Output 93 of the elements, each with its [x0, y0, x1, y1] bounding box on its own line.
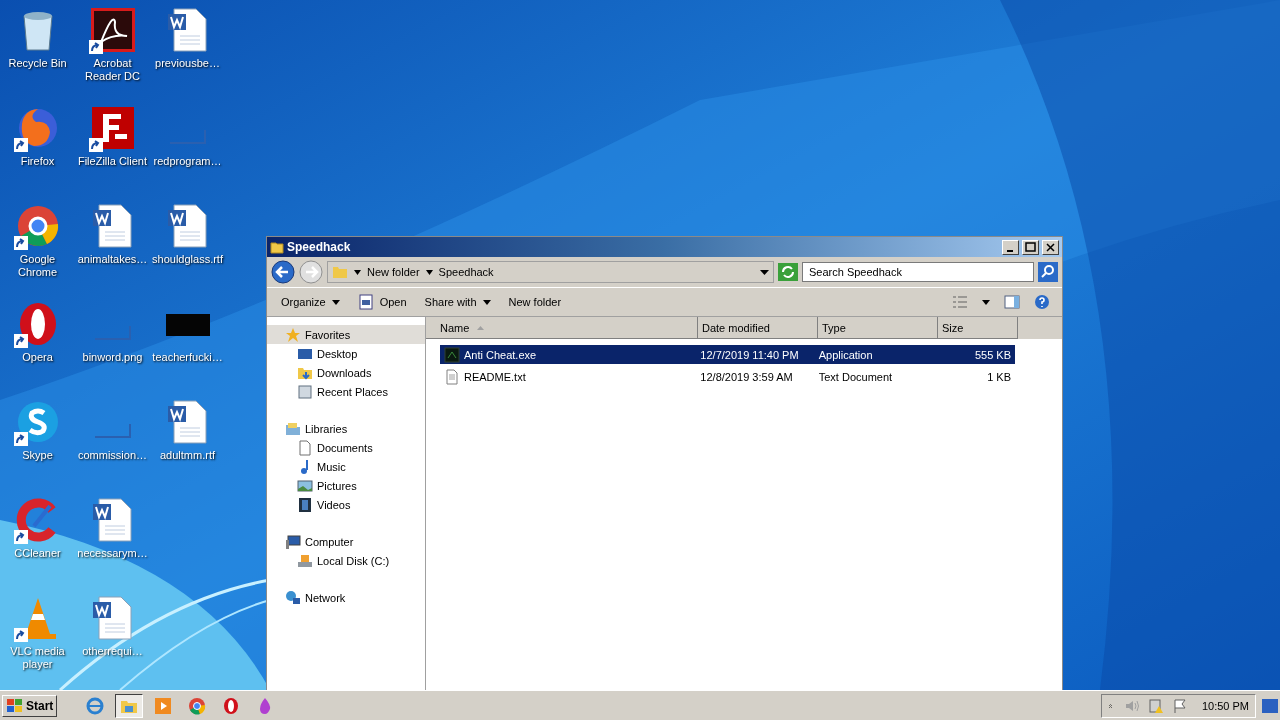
nav-item[interactable]: Recent Places — [267, 382, 425, 401]
nav-item[interactable]: Favorites — [267, 325, 425, 344]
film-strip-icon — [297, 496, 313, 513]
libraries-icon — [285, 420, 301, 437]
back-button[interactable] — [271, 260, 295, 284]
filezilla-icon[interactable] — [88, 104, 137, 152]
icon-label: commission… — [77, 449, 148, 462]
date-cell-text: 12/7/2019 11:40 PM — [699, 348, 800, 361]
text-file-icon — [444, 368, 460, 385]
address-bar[interactable]: New folder Speedhack — [327, 261, 774, 283]
acrobat-icon[interactable] — [88, 6, 137, 54]
caret-icon[interactable] — [425, 269, 433, 275]
icon-label: Google Chrome — [16, 253, 59, 279]
nav-item[interactable]: Videos — [267, 495, 425, 514]
computer-icon — [285, 533, 301, 550]
icon-label: animaltakes… — [77, 253, 148, 266]
icon-label: Skype — [22, 449, 53, 462]
network-icon — [285, 589, 301, 606]
nav-item[interactable]: Music — [267, 457, 425, 476]
folder-icon — [332, 264, 348, 280]
start-logo-icon — [6, 698, 24, 714]
caret-icon — [331, 299, 340, 305]
nav-item[interactable]: Local Disk (C:) — [267, 551, 425, 570]
pictures-icon — [297, 477, 313, 494]
type-cell-text: Application — [817, 348, 874, 361]
menu-button[interactable]: Share with — [422, 294, 493, 310]
application-icon — [444, 346, 460, 363]
minimize-button[interactable] — [1002, 239, 1019, 255]
file-name: README.txt — [464, 370, 526, 383]
icon-label: Recycle Bin — [8, 57, 67, 70]
media-player-icon — [154, 697, 173, 715]
document-icon — [297, 439, 313, 456]
clock-time: 10:50 PM — [1201, 700, 1249, 712]
internet-explorer-icon — [86, 697, 105, 715]
size-cell-text: 1 KB — [986, 370, 1012, 383]
star-icon — [285, 326, 301, 343]
column-header[interactable]: Type — [818, 317, 938, 339]
menu-button[interactable]: Organize — [279, 294, 342, 310]
icon-label: Opera — [22, 351, 53, 364]
column-header[interactable]: Date modified — [698, 317, 818, 339]
nav-item[interactable]: Documents — [267, 438, 425, 457]
icon-label: Firefox — [20, 155, 55, 168]
refresh-button[interactable] — [778, 263, 798, 281]
search-icon[interactable] — [1038, 262, 1058, 282]
nav-item[interactable]: Pictures — [267, 476, 425, 495]
size-cell-text: 555 KB — [973, 348, 1012, 361]
toolbar-button[interactable]: New folder — [506, 294, 564, 310]
toolbar-button[interactable]: Open — [355, 292, 409, 312]
icon-label: CCleaner — [14, 547, 61, 560]
maximize-button[interactable] — [1022, 239, 1039, 255]
file-name: Anti Cheat.exe — [464, 348, 537, 361]
caret-icon[interactable] — [354, 269, 361, 275]
folder-taskbar-button[interactable] — [115, 694, 144, 718]
nav-item[interactable]: Desktop — [267, 344, 425, 363]
icon-label: Acrobat Reader DC — [84, 57, 141, 83]
nav-item[interactable]: Libraries — [267, 419, 425, 438]
file-row[interactable]: README.txt 12/8/2019 3:59 AM Text Document 1 KB — [440, 367, 1015, 386]
folder-icon — [270, 240, 284, 254]
sort-arrow-icon — [477, 325, 485, 330]
date-cell-text: 12/8/2019 3:59 AM — [699, 370, 794, 383]
icon-label: FileZilla Client — [77, 155, 148, 168]
local-disk-icon — [297, 552, 313, 569]
help-icon[interactable] — [1034, 294, 1050, 310]
nav-item[interactable]: Computer — [267, 532, 425, 551]
window-title: Speedhack — [287, 240, 352, 254]
caret-icon[interactable] — [982, 299, 990, 305]
icon-label: redprogram… — [153, 155, 222, 168]
icon-label: adultmm.rtf — [160, 449, 215, 462]
caret-icon — [482, 299, 491, 305]
flag-icon[interactable] — [1171, 698, 1188, 714]
window-icon — [357, 294, 374, 310]
recent-places-icon — [297, 383, 313, 400]
search-field[interactable]: Search Speedhack — [802, 262, 1034, 282]
breadcrumb-item[interactable]: Speedhack — [438, 266, 494, 278]
caret-icon[interactable] — [760, 269, 769, 275]
nav-item[interactable]: Network — [267, 588, 425, 607]
type-cell-text: Text Document — [817, 370, 894, 383]
column-header[interactable]: Size — [938, 317, 1018, 339]
icon-label: binword.png — [82, 351, 143, 364]
breadcrumb-item[interactable]: New folder — [367, 266, 420, 278]
close-button[interactable] — [1042, 239, 1059, 255]
icon-label: shouldglass.rtf — [152, 253, 223, 266]
opera-icon — [222, 697, 241, 715]
icon-label: previousbe… — [155, 57, 220, 70]
start-button[interactable]: Start — [2, 695, 58, 717]
file-row[interactable]: Anti Cheat.exe 12/7/2019 11:40 PM Application 555 KB — [440, 345, 1015, 364]
icon-label: necessarym… — [77, 547, 148, 560]
preview-pane-icon[interactable] — [1004, 294, 1020, 310]
icon-label: teacherfucki… — [152, 351, 223, 364]
column-header[interactable]: Name — [426, 317, 698, 339]
chrome-icon — [188, 697, 207, 715]
nav-item[interactable]: Downloads — [267, 363, 425, 382]
icon-label: VLC media player — [9, 645, 66, 671]
